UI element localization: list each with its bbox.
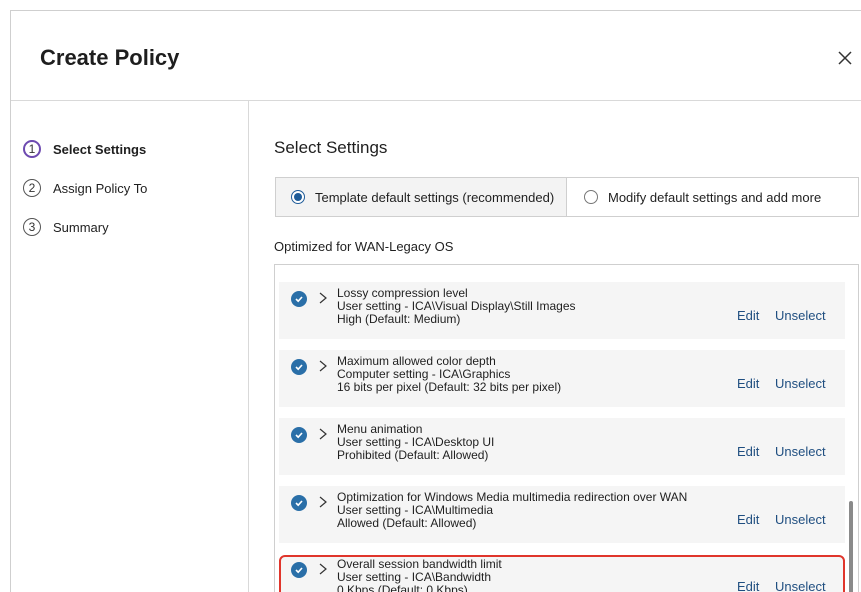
setting-value: Allowed (Default: Allowed) <box>337 516 477 530</box>
step-assign-policy-to[interactable]: 2 Assign Policy To <box>23 177 147 199</box>
unselect-link[interactable]: Unselect <box>775 444 826 459</box>
setting-value: Prohibited (Default: Allowed) <box>337 448 489 462</box>
radio-label: Modify default settings and add more <box>608 189 822 205</box>
setting-text: Optimization for Windows Media multimedi… <box>337 491 687 530</box>
section-title: Select Settings <box>274 138 388 157</box>
setting-value: 16 bits per pixel (Default: 32 bits per … <box>337 380 562 394</box>
radio-label: Template default settings (recommended) <box>315 189 555 205</box>
setting-row-highlighted: Overall session bandwidth limit User set… <box>279 555 845 592</box>
setting-row: Maximum allowed color depth Computer set… <box>279 350 845 407</box>
step-label: Assign Policy To <box>53 180 148 196</box>
unselect-link[interactable]: Unselect <box>775 308 826 323</box>
settings-list: Lossy compression level User setting - I… <box>274 264 859 592</box>
dialog-title: Create Policy <box>40 45 180 70</box>
setting-text: Overall session bandwidth limit User set… <box>337 558 502 592</box>
setting-row: Lossy compression level User setting - I… <box>279 282 845 339</box>
check-icon <box>291 291 307 307</box>
edit-link[interactable]: Edit <box>737 579 759 592</box>
setting-row: Optimization for Windows Media multimedi… <box>279 486 845 543</box>
setting-value: High (Default: Medium) <box>337 312 461 326</box>
modify-default-option[interactable]: Modify default settings and add more <box>567 178 858 216</box>
unselect-link[interactable]: Unselect <box>775 376 826 391</box>
chevron-right-icon[interactable] <box>317 359 329 373</box>
setting-text: Menu animation User setting - ICA\Deskto… <box>337 423 494 462</box>
template-default-option[interactable]: Template default settings (recommended) <box>276 178 567 216</box>
setting-text: Lossy compression level User setting - I… <box>337 287 576 326</box>
wizard-steps: 1 Select Settings 2 Assign Policy To 3 S… <box>11 101 249 592</box>
chevron-right-icon[interactable] <box>317 562 329 576</box>
chevron-right-icon[interactable] <box>317 427 329 441</box>
step-number: 1 <box>23 140 41 158</box>
edit-link[interactable]: Edit <box>737 512 759 527</box>
check-icon <box>291 359 307 375</box>
unselect-link[interactable]: Unselect <box>775 579 826 592</box>
edit-link[interactable]: Edit <box>737 308 759 323</box>
step-summary[interactable]: 3 Summary <box>23 216 109 238</box>
create-policy-dialog: Create Policy 1 Select Settings 2 Assign… <box>10 10 861 592</box>
settings-mode-radio-group: Template default settings (recommended) … <box>275 177 859 217</box>
step-label: Summary <box>53 219 109 235</box>
scrollbar-thumb[interactable] <box>849 501 853 592</box>
setting-value: 0 Kbps (Default: 0 Kbps) <box>337 583 468 592</box>
optimized-for-label: Optimized for WAN-Legacy OS <box>274 239 454 254</box>
radio-checked-icon[interactable] <box>291 190 305 204</box>
step-number: 2 <box>23 179 41 197</box>
chevron-right-icon[interactable] <box>317 291 329 305</box>
step-label: Select Settings <box>53 141 147 157</box>
radio-unchecked-icon[interactable] <box>584 190 598 204</box>
chevron-right-icon[interactable] <box>317 495 329 509</box>
dialog-header: Create Policy <box>11 11 861 101</box>
check-icon <box>291 495 307 511</box>
edit-link[interactable]: Edit <box>737 376 759 391</box>
close-icon[interactable] <box>835 48 855 68</box>
check-icon <box>291 427 307 443</box>
step-number: 3 <box>23 218 41 236</box>
setting-text: Maximum allowed color depth Computer set… <box>337 355 561 394</box>
main-panel: Select Settings Template default setting… <box>249 101 861 592</box>
unselect-link[interactable]: Unselect <box>775 512 826 527</box>
step-select-settings[interactable]: 1 Select Settings <box>23 138 146 160</box>
edit-link[interactable]: Edit <box>737 444 759 459</box>
setting-row: Menu animation User setting - ICA\Deskto… <box>279 418 845 475</box>
check-icon <box>291 562 307 578</box>
